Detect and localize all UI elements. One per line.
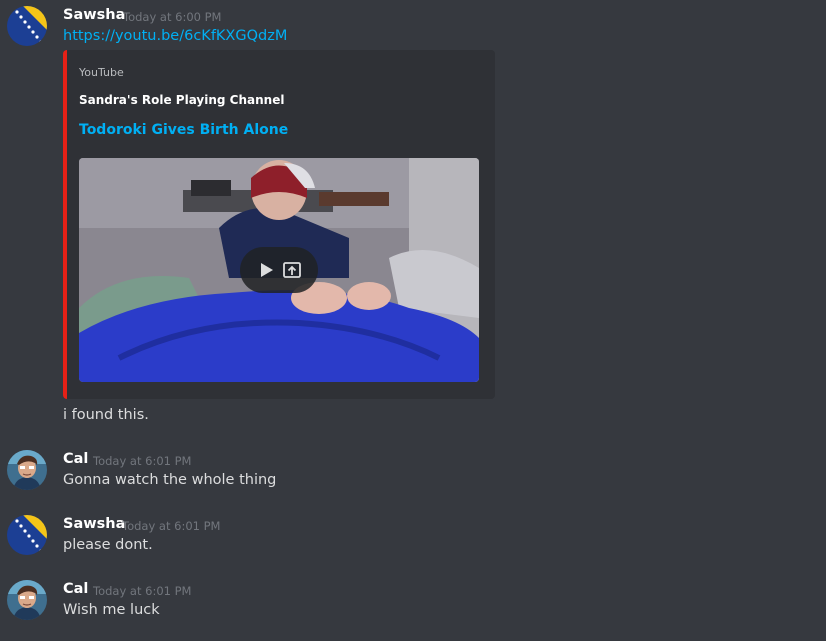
cartoon-man-avatar-icon xyxy=(7,450,47,490)
message-text: i found this. xyxy=(63,407,149,423)
embed-title[interactable]: Todoroki Gives Birth Alone xyxy=(79,122,288,138)
avatar-sawsha[interactable] xyxy=(7,6,47,46)
embed-provider[interactable]: YouTube xyxy=(79,66,124,79)
message-text: Wish me luck xyxy=(63,602,160,618)
video-controls xyxy=(240,247,318,293)
username[interactable]: Cal xyxy=(63,581,88,597)
youtube-embed: YouTube Sandra's Role Playing Channel To… xyxy=(63,50,495,399)
avatar-sawsha[interactable] xyxy=(7,515,47,555)
cartoon-man-avatar-icon xyxy=(7,580,47,620)
username[interactable]: Sawsha xyxy=(63,516,125,532)
message-text: Gonna watch the whole thing xyxy=(63,472,277,488)
username[interactable]: Sawsha xyxy=(63,7,125,23)
timestamp: Today at 6:01 PM xyxy=(93,584,192,598)
timestamp: Today at 6:01 PM xyxy=(122,519,221,533)
bosnia-flag-avatar-icon xyxy=(7,6,47,46)
play-icon[interactable] xyxy=(256,260,276,280)
timestamp: Today at 6:00 PM xyxy=(123,10,222,24)
embed-author[interactable]: Sandra's Role Playing Channel xyxy=(79,93,284,107)
youtube-link[interactable]: https://youtu.be/6cKfKXGQdzM xyxy=(63,28,287,44)
open-external-icon[interactable] xyxy=(282,260,302,280)
avatar-cal[interactable] xyxy=(7,450,47,490)
avatar-cal[interactable] xyxy=(7,580,47,620)
message-text: please dont. xyxy=(63,537,153,553)
timestamp: Today at 6:01 PM xyxy=(93,454,192,468)
bosnia-flag-avatar-icon xyxy=(7,515,47,555)
video-thumbnail[interactable] xyxy=(79,158,479,382)
username[interactable]: Cal xyxy=(63,451,88,467)
